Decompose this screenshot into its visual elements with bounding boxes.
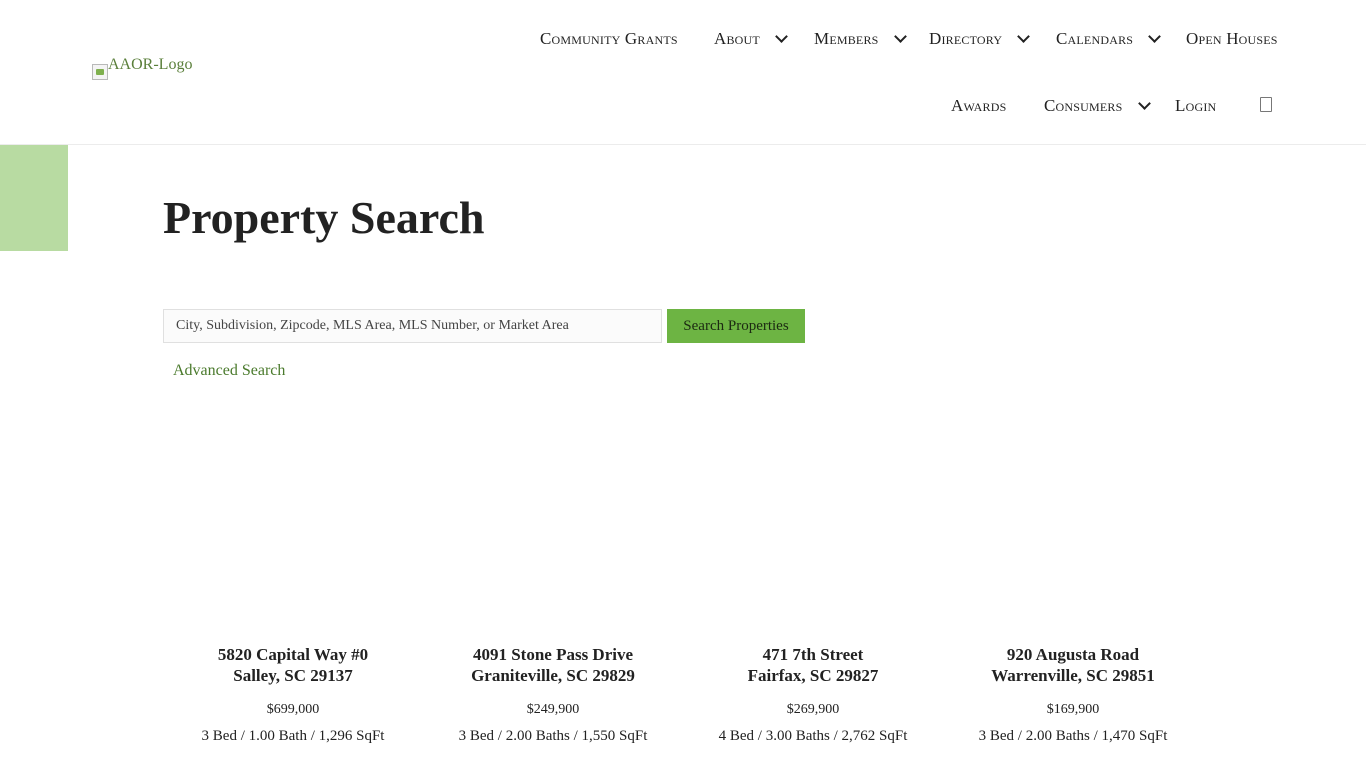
broken-image-icon (92, 64, 108, 80)
listing-address[interactable]: 920 Augusta Road (943, 644, 1203, 665)
listing-city[interactable]: Fairfax, SC 29827 (683, 665, 943, 686)
listing-price: $169,900 (1046, 702, 1100, 717)
listing-card[interactable]: 920 Augusta Road Warrenville, SC 29851 $… (943, 644, 1203, 745)
chevron-down-icon[interactable] (1148, 29, 1162, 43)
listing-city[interactable]: Warrenville, SC 29851 (943, 665, 1203, 686)
site-header: AAOR-Logo Community Grants About Members… (0, 0, 1366, 145)
nav-label: Consumers (1044, 96, 1123, 115)
nav-about[interactable]: About (714, 29, 788, 49)
nav-members[interactable]: Members (814, 29, 907, 49)
nav-awards[interactable]: Awards (951, 96, 1006, 116)
nav-label: Awards (951, 96, 1007, 115)
site-logo[interactable]: AAOR-Logo (92, 56, 193, 80)
nav-label: Calendars (1056, 29, 1134, 48)
nav-login[interactable]: Login (1175, 96, 1216, 116)
nav-community-grants[interactable]: Community Grants (540, 29, 678, 49)
property-search-input[interactable] (163, 309, 662, 343)
listing-price: $249,900 (526, 702, 580, 717)
listing-price: $699,000 (266, 702, 320, 717)
listing-details: 3 Bed / 1.00 Bath / 1,296 SqFt (201, 728, 385, 744)
nav-label: Open Houses (1186, 29, 1278, 48)
listing-card[interactable]: 4091 Stone Pass Drive Graniteville, SC 2… (423, 644, 683, 745)
search-icon[interactable] (1260, 97, 1272, 112)
listing-city[interactable]: Salley, SC 29137 (163, 665, 423, 686)
listing-details: 4 Bed / 3.00 Baths / 2,762 SqFt (718, 728, 908, 744)
listing-address[interactable]: 5820 Capital Way #0 (163, 644, 423, 665)
nav-consumers[interactable]: Consumers (1044, 96, 1151, 116)
listing-details: 3 Bed / 2.00 Baths / 1,550 SqFt (458, 728, 648, 744)
page-title: Property Search (163, 192, 485, 243)
listing-details: 3 Bed / 2.00 Baths / 1,470 SqFt (978, 728, 1168, 744)
listing-card[interactable]: 5820 Capital Way #0 Salley, SC 29137 $69… (163, 644, 423, 745)
nav-label: Community Grants (540, 29, 678, 48)
advanced-search-link[interactable]: Advanced Search (173, 362, 285, 380)
nav-label: Directory (929, 29, 1003, 48)
nav-directory[interactable]: Directory (929, 29, 1031, 49)
listing-address[interactable]: 471 7th Street (683, 644, 943, 665)
logo-alt-text: AAOR-Logo (108, 56, 193, 73)
nav-label: Login (1175, 96, 1217, 115)
listing-card[interactable]: 471 7th Street Fairfax, SC 29827 $269,90… (683, 644, 943, 745)
chevron-down-icon[interactable] (1017, 29, 1031, 43)
chevron-down-icon[interactable] (775, 29, 788, 43)
nav-label: Members (814, 29, 879, 48)
listing-price: $269,900 (786, 702, 840, 717)
chevron-down-icon[interactable] (893, 29, 907, 43)
chevron-down-icon[interactable] (1137, 96, 1151, 110)
nav-label: About (714, 29, 760, 48)
nav-open-houses[interactable]: Open Houses (1186, 29, 1278, 49)
nav-calendars[interactable]: Calendars (1056, 29, 1162, 49)
listing-city[interactable]: Graniteville, SC 29829 (423, 665, 683, 686)
decorative-accent-block (0, 145, 68, 251)
listing-address[interactable]: 4091 Stone Pass Drive (423, 644, 683, 665)
search-properties-button[interactable]: Search Properties (667, 309, 805, 343)
